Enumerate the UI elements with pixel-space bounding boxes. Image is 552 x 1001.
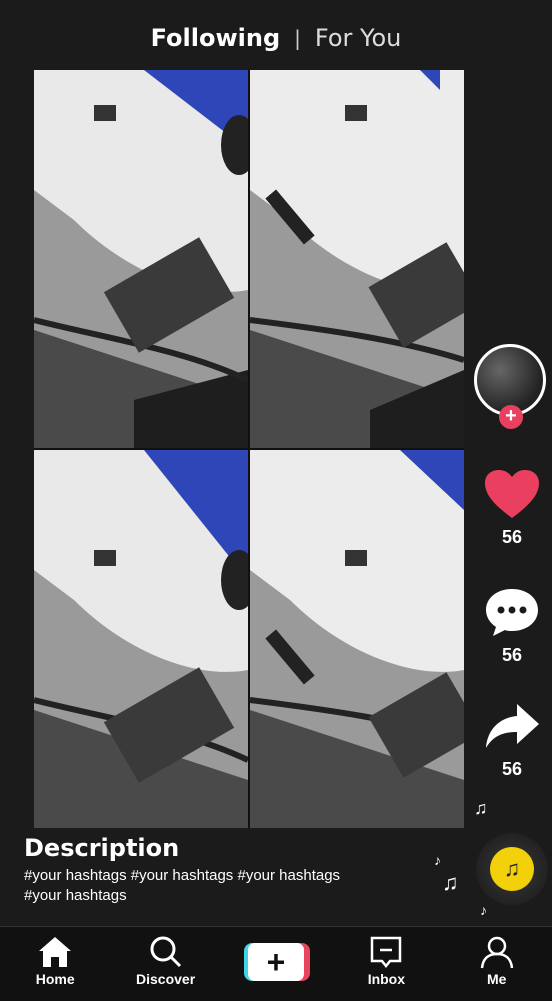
hashtags[interactable]: #your hashtags #your hashtags #your hash… <box>24 866 364 906</box>
nav-inbox[interactable]: Inbox <box>336 927 436 987</box>
follow-plus-icon[interactable]: + <box>499 405 523 429</box>
comment-button[interactable]: 56 <box>478 586 546 666</box>
share-button[interactable]: 56 <box>478 702 546 780</box>
nav-discover[interactable]: Discover <box>116 927 216 987</box>
plus-icon: + <box>247 943 304 981</box>
tab-separator: | <box>294 26 301 50</box>
profile-icon <box>480 936 513 969</box>
video-frame <box>250 450 464 828</box>
music-note-icon: ♫ <box>442 870 459 895</box>
like-button[interactable]: 56 <box>478 468 546 548</box>
like-count: 56 <box>501 527 523 547</box>
nav-me[interactable]: Me <box>447 927 547 987</box>
nav-home-label: Home <box>35 971 75 987</box>
comment-count: 56 <box>501 645 523 665</box>
music-note-icon: ♪ <box>480 902 487 918</box>
description-title: Description <box>24 834 180 862</box>
nav-inbox-label: Inbox <box>367 971 406 987</box>
home-icon <box>39 937 72 967</box>
music-disc[interactable]: ♫ <box>476 833 548 905</box>
feed-tabs: Following | For You <box>0 18 552 58</box>
create-button[interactable]: + <box>243 943 310 981</box>
nav-home[interactable]: Home <box>5 927 105 987</box>
music-note-icon: ♪ <box>434 852 441 868</box>
tab-for-you[interactable]: For You <box>315 24 402 52</box>
nav-create[interactable]: + <box>226 927 326 981</box>
video-frame <box>34 70 248 448</box>
video-description: Description #your hashtags #your hashtag… <box>24 834 364 906</box>
music-note-icon: ♫ <box>490 847 534 891</box>
nav-discover-label: Discover <box>136 971 196 987</box>
video-player[interactable] <box>34 70 464 828</box>
search-icon <box>150 936 181 968</box>
comment-icon <box>486 589 538 636</box>
nav-me-label: Me <box>487 971 507 987</box>
share-count: 56 <box>501 759 523 779</box>
bottom-nav: Home Discover + Inbox Me <box>0 926 552 1001</box>
inbox-icon <box>371 936 402 969</box>
share-icon <box>486 704 539 748</box>
tab-following[interactable]: Following <box>151 24 281 52</box>
video-frame <box>250 70 464 448</box>
heart-icon <box>485 470 539 518</box>
music-note-icon: ♫ <box>474 798 488 818</box>
video-frame <box>34 450 248 828</box>
